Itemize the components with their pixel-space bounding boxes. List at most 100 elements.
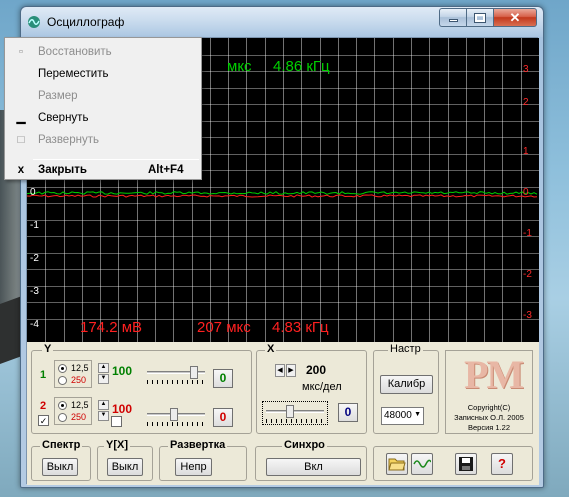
y-label-right: 2 (523, 97, 529, 108)
about-version: Версия 1.22 (467, 423, 511, 432)
sweep-label: Развертка (168, 439, 228, 451)
ch1-range-250-label: 250 (71, 375, 87, 385)
x-position-slider[interactable] (266, 404, 324, 424)
save-button[interactable] (455, 453, 477, 475)
ch1-spin-up[interactable]: ▲ (98, 363, 109, 373)
close-icon: x (17, 164, 25, 176)
ch2-range-250-label: 250 (71, 412, 87, 422)
desktop-background-branch (0, 295, 22, 365)
sync-label: Синхро (282, 439, 327, 451)
timebase-increase-button[interactable]: ▶ (286, 364, 296, 377)
menu-item-move[interactable]: Переместить (7, 63, 200, 85)
close-button[interactable]: ✕ (493, 8, 537, 27)
calibrate-button[interactable]: Калибр (380, 375, 433, 394)
maximize-icon (474, 12, 486, 23)
y-label-right: -1 (523, 228, 532, 239)
ch2-reset-button[interactable]: 0 (213, 408, 233, 427)
y-label-left: 0 (30, 187, 36, 198)
maximize-icon: □ (17, 134, 25, 146)
y-label-right: 3 (523, 64, 529, 75)
help-button[interactable]: ? (491, 453, 513, 475)
ch2-slider-thumb[interactable] (170, 408, 178, 421)
sweep-mode-button[interactable]: Непр (175, 458, 212, 476)
about-box: PM Copyright(C) Записных О.Л. 2005 Верси… (445, 350, 533, 434)
menu-item-label: Свернуть (38, 112, 89, 124)
settings-group: Настр Калибр 48000 ▼ (373, 343, 439, 434)
ch2-voltage-readout: 174.2 мВ (80, 319, 143, 336)
sync-toggle-button[interactable]: Вкл (266, 458, 361, 476)
minimize-button[interactable] (439, 8, 466, 27)
ch1-time-readout: мкс (227, 58, 252, 75)
menu-item-label: Развернуть (38, 134, 99, 146)
yx-label: Y[X] (104, 439, 130, 451)
ch2-spin-down[interactable]: ▼ (98, 411, 109, 421)
open-file-button[interactable] (386, 453, 408, 475)
x-reset-button[interactable]: 0 (338, 403, 358, 422)
sample-rate-select[interactable]: 48000 ▼ (381, 407, 424, 425)
y-label-left: -2 (30, 253, 39, 264)
menu-item-close[interactable]: x Закрыть Alt+F4 (7, 159, 200, 181)
ch1-position-slider[interactable] (147, 365, 205, 385)
menu-item-size[interactable]: Размер (7, 85, 200, 107)
ch1-range-box: 12,5 250 (54, 360, 92, 388)
menu-item-label: Размер (38, 90, 78, 102)
spectrum-group: Спектр Выкл (31, 439, 91, 481)
yx-toggle-button[interactable]: Выкл (107, 458, 143, 476)
ch1-freq-readout: 4.86 кГц (273, 58, 330, 75)
ch2-range-250-radio[interactable] (58, 413, 67, 422)
spectrum-toggle-button[interactable]: Выкл (42, 458, 78, 476)
timebase-decrease-button[interactable]: ◀ (275, 364, 285, 377)
floppy-disk-icon (459, 457, 473, 471)
y-label-right: 0 (523, 187, 529, 198)
window-title: Осциллограф (47, 15, 125, 29)
menu-item-minimize[interactable]: ▁ Свернуть (7, 107, 200, 129)
yx-group: Y[X] Выкл (97, 439, 153, 481)
ch1-reset-button[interactable]: 0 (213, 369, 233, 388)
ch2-position-slider[interactable] (147, 407, 205, 427)
x-slider-thumb[interactable] (286, 405, 294, 418)
spectrum-label: Спектр (40, 439, 83, 451)
ch2-freq-readout: 4.83 кГц (272, 319, 329, 336)
about-author: Записных О.Л. 2005 (454, 413, 524, 422)
maximize-button[interactable] (466, 8, 493, 27)
ch2-enable-checkbox[interactable]: ✓ (38, 415, 49, 426)
menu-item-shortcut: Alt+F4 (148, 164, 184, 176)
ch1-range-12-5-radio[interactable] (58, 364, 67, 373)
y-group-label: Y (42, 343, 54, 355)
timebase-unit: мкс/дел (302, 381, 342, 393)
about-copyright: Copyright(C) (467, 403, 511, 412)
ch1-slider-thumb[interactable] (190, 366, 198, 379)
channel-2-trace (27, 194, 538, 198)
waveform-button[interactable] (411, 453, 433, 475)
ch2-range-12-5-label: 12,5 (71, 400, 89, 410)
y-label-right: -3 (523, 310, 532, 321)
menu-item-maximize[interactable]: □ Развернуть (7, 129, 200, 151)
channel-1-trace (27, 191, 538, 195)
app-icon[interactable] (27, 15, 41, 29)
x-group-label: X (265, 343, 277, 355)
y-label-left: -3 (30, 286, 39, 297)
waveform-icon (413, 459, 432, 468)
ch2-invert-checkbox[interactable] (111, 416, 122, 427)
ch2-gain-value: 100 (112, 402, 133, 416)
timebase-value: 200 (306, 363, 327, 377)
menu-item-restore[interactable]: ▫ Восстановить (7, 41, 200, 63)
close-icon: ✕ (509, 9, 521, 25)
ch1-range-250-radio[interactable] (58, 376, 67, 385)
ch2-time-readout: 207 мкс (197, 319, 251, 336)
ch1-spin-down[interactable]: ▼ (98, 374, 109, 384)
minimize-icon: ▁ (16, 112, 26, 124)
ch1-number: 1 (40, 369, 47, 381)
y-label-right: 1 (523, 146, 529, 157)
folder-icon (388, 458, 406, 471)
sample-rate-value: 48000 (384, 410, 412, 421)
y-group: Y 1 12,5 250 ▲ ▼ 100 0 2 ✓ 12,5 250 ▲ ▼ … (31, 343, 252, 434)
x-group: X ◀ ▶ 200 мкс/дел 0 (256, 343, 367, 434)
y-label-right: -2 (523, 269, 532, 280)
sync-group: Синхро Вкл (255, 439, 367, 481)
sweep-group: Развертка Непр (159, 439, 247, 481)
title-bar[interactable]: Осциллограф ✕ (21, 7, 543, 37)
ch2-spin-up[interactable]: ▲ (98, 400, 109, 410)
chevron-down-icon: ▼ (414, 411, 421, 418)
ch2-range-12-5-radio[interactable] (58, 401, 67, 410)
